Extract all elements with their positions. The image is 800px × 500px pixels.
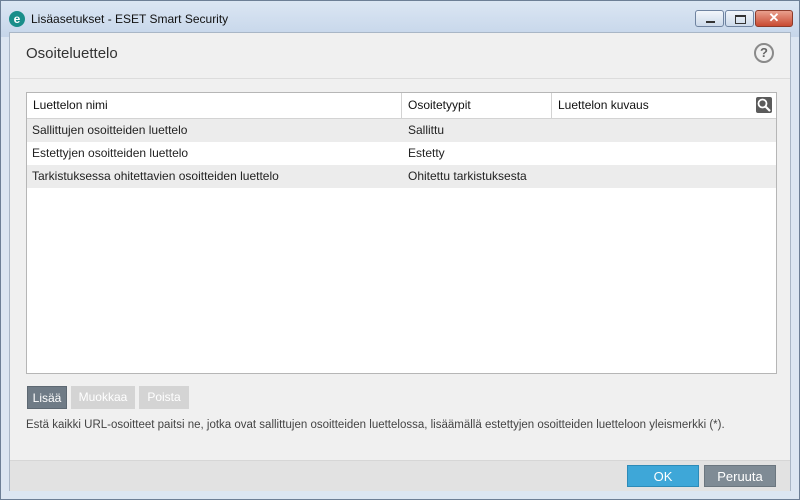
- maximize-button[interactable]: [725, 10, 754, 27]
- page-title: Osoiteluettelo: [26, 45, 118, 62]
- address-type-cell: Estetty: [408, 146, 445, 160]
- add-button[interactable]: Lisää: [27, 386, 67, 409]
- table-header: Luettelon nimi Osoitetyypit Luettelon ku…: [27, 93, 776, 119]
- table-row[interactable]: Tarkistuksessa ohitettavien osoitteiden …: [27, 165, 776, 188]
- address-type-cell: Ohitettu tarkistuksesta: [408, 169, 527, 183]
- table-row[interactable]: Estettyjen osoitteiden luettelo Estetty: [27, 142, 776, 165]
- list-name-cell: Sallittujen osoitteiden luettelo: [32, 123, 188, 137]
- eset-logo-icon: e: [9, 11, 25, 27]
- header-divider: [10, 78, 790, 79]
- ok-button[interactable]: OK: [627, 465, 699, 487]
- window-title: Lisäasetukset - ESET Smart Security: [31, 12, 229, 26]
- list-name-cell: Estettyjen osoitteiden luettelo: [32, 146, 189, 160]
- address-list-table: Luettelon nimi Osoitetyypit Luettelon ku…: [26, 92, 777, 374]
- maximize-icon: [735, 15, 746, 24]
- close-icon: ✕: [768, 10, 780, 25]
- list-name-cell: Tarkistuksessa ohitettavien osoitteiden …: [32, 169, 279, 183]
- info-text: Estä kaikki URL-osoitteet paitsi ne, jot…: [26, 419, 725, 431]
- dialog-content: Osoiteluettelo ? Luettelon nimi Osoitety…: [9, 32, 791, 491]
- dialog-footer: OK Peruuta: [10, 460, 790, 491]
- window: e Lisäasetukset - ESET Smart Security ✕ …: [0, 0, 800, 500]
- help-icon[interactable]: ?: [754, 43, 774, 63]
- table-row[interactable]: Sallittujen osoitteiden luettelo Sallitt…: [27, 119, 776, 142]
- column-header-list-name[interactable]: Luettelon nimi: [27, 93, 402, 118]
- remove-button[interactable]: Poista: [139, 386, 189, 409]
- cancel-button[interactable]: Peruuta: [704, 465, 776, 487]
- column-header-list-description[interactable]: Luettelon kuvaus: [552, 93, 752, 118]
- search-icon[interactable]: [756, 97, 772, 113]
- edit-button[interactable]: Muokkaa: [71, 386, 135, 409]
- address-type-cell: Sallittu: [408, 123, 445, 137]
- close-button[interactable]: ✕: [755, 10, 793, 27]
- column-header-address-types[interactable]: Osoitetyypit: [402, 93, 552, 118]
- minimize-icon: [706, 21, 715, 23]
- minimize-button[interactable]: [695, 10, 724, 27]
